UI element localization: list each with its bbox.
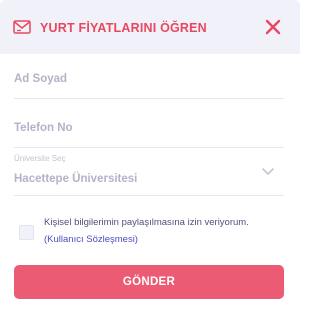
university-select[interactable]: Üniversite Seç Hacettepe Üniversitesi <box>14 150 284 196</box>
name-field-wrapper <box>14 59 284 99</box>
modal-header: YURT FİYATLARINI ÖĞREN <box>0 0 300 54</box>
consent-checkbox[interactable] <box>19 225 34 240</box>
phone-field-wrapper <box>14 108 284 148</box>
name-input[interactable] <box>14 59 284 98</box>
university-select-value: Hacettepe Üniversitesi <box>14 173 138 185</box>
user-agreement-link[interactable]: (Kullanıcı Sözleşmesi) <box>44 234 138 245</box>
envelope-icon <box>13 20 31 34</box>
submit-button[interactable]: GÖNDER <box>14 265 284 299</box>
price-inquiry-modal: YURT FİYATLARINI ÖĞREN Üniversite Seç Ha… <box>0 0 300 312</box>
close-icon[interactable] <box>263 17 283 37</box>
phone-input[interactable] <box>14 108 284 147</box>
consent-text: Kişisel bilgilerimin paylaşılmasına izin… <box>44 217 249 228</box>
university-select-label: Üniversite Seç <box>14 154 66 163</box>
chevron-down-icon <box>262 168 274 175</box>
modal-title: YURT FİYATLARINI ÖĞREN <box>40 21 207 35</box>
